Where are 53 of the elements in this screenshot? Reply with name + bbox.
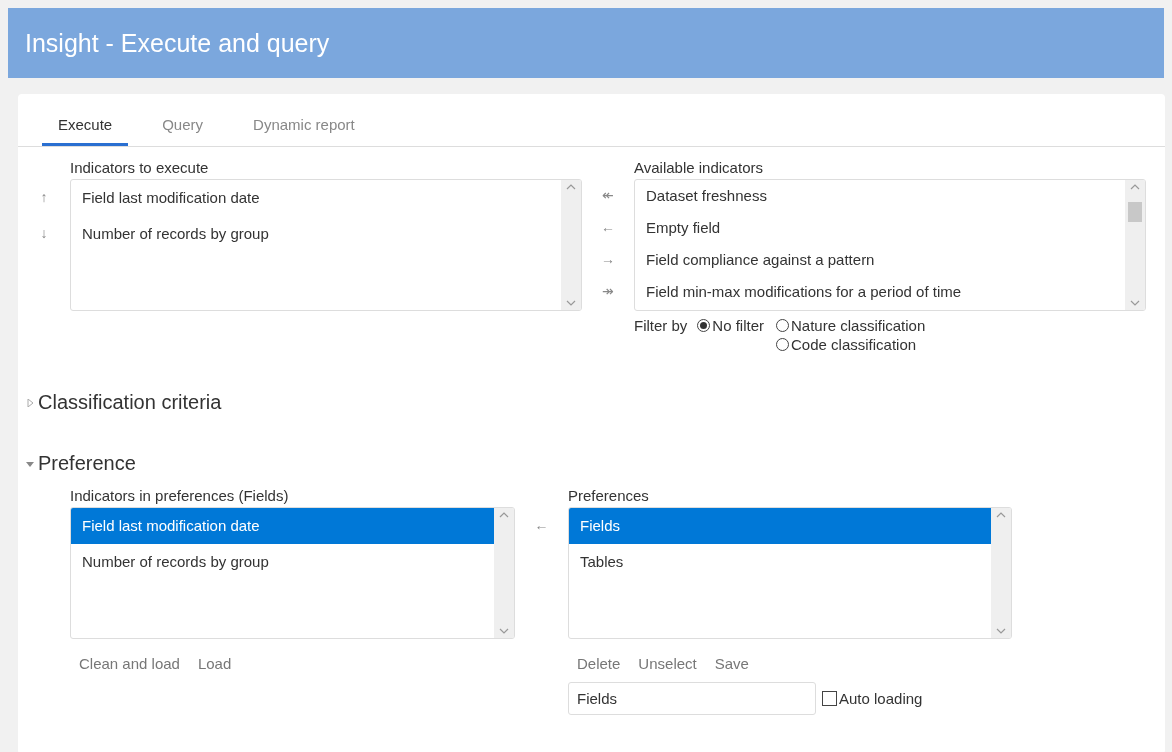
scroll-up-icon[interactable]	[1130, 184, 1140, 190]
transfer-button[interactable]: ↞	[602, 179, 614, 211]
transfer-button[interactable]: ↠	[602, 275, 614, 307]
list-item[interactable]: Field last modification date	[71, 508, 494, 544]
transfer-button[interactable]: ←	[601, 211, 615, 243]
scrollbar[interactable]	[561, 180, 581, 310]
filter-radio[interactable]: Code classification	[776, 336, 926, 353]
scrollbar[interactable]	[494, 508, 514, 638]
scroll-down-icon[interactable]	[566, 300, 576, 306]
transfer-button[interactable]: →	[601, 243, 615, 275]
section-title: Preference	[38, 452, 136, 475]
list-item[interactable]: Field last modification date	[71, 180, 561, 216]
scrollbar-thumb[interactable]	[1128, 202, 1142, 222]
scroll-down-icon[interactable]	[1130, 300, 1140, 306]
list-label: Indicators in preferences (Fields)	[70, 486, 290, 506]
list-item[interactable]: Empty field	[635, 212, 1125, 244]
action-button[interactable]: Save	[705, 651, 758, 676]
action-button[interactable]: Delete	[568, 651, 630, 676]
transfer-button[interactable]: ←	[534, 507, 549, 543]
list-item[interactable]: Field min-max modifications for a period of time	[635, 276, 1125, 308]
caret-down-icon[interactable]	[26, 459, 34, 468]
action-button[interactable]: Clean and load	[70, 651, 189, 676]
list-item[interactable]: Number of records by group	[71, 544, 494, 580]
action-button[interactable]: Load	[188, 651, 241, 676]
scrollbar[interactable]	[991, 508, 1011, 638]
preference-name-field[interactable]: Fields	[568, 682, 816, 715]
filter-radio[interactable]: No filter	[697, 317, 765, 334]
scroll-up-icon[interactable]	[499, 512, 509, 518]
tab[interactable]: Dynamic report	[237, 116, 371, 146]
action-button[interactable]: Unselect	[629, 651, 706, 676]
scroll-down-icon[interactable]	[499, 628, 509, 634]
list-label: Available indicators	[634, 158, 764, 178]
scrollbar[interactable]	[1125, 180, 1145, 310]
filter-label: Filter by	[634, 317, 688, 336]
list-item[interactable]: Tables	[569, 544, 991, 580]
list-label: Preferences	[568, 486, 650, 506]
section-title: Classification criteria	[38, 391, 222, 414]
scroll-up-icon[interactable]	[566, 184, 576, 190]
list-label: Indicators to execute	[70, 158, 210, 178]
scroll-down-icon[interactable]	[996, 628, 1006, 634]
caret-right-icon[interactable]	[26, 398, 34, 407]
list-item[interactable]: Number of records by group	[71, 216, 561, 252]
list-item[interactable]: Dataset freshness	[635, 180, 1125, 212]
auto-loading-checkbox[interactable]: Auto loading	[822, 690, 923, 707]
filter-radio[interactable]: Nature classification	[776, 317, 926, 334]
list-item[interactable]: Fields	[569, 508, 991, 544]
scroll-up-icon[interactable]	[996, 512, 1006, 518]
move-button[interactable]: ↓	[40, 215, 48, 251]
window-title: Insight - Execute and query	[25, 28, 330, 58]
list-item[interactable]: Field compliance against a pattern	[635, 244, 1125, 276]
tab[interactable]: Query	[146, 116, 220, 146]
tab[interactable]: Execute	[42, 116, 129, 146]
move-button[interactable]: ↑	[40, 179, 48, 215]
